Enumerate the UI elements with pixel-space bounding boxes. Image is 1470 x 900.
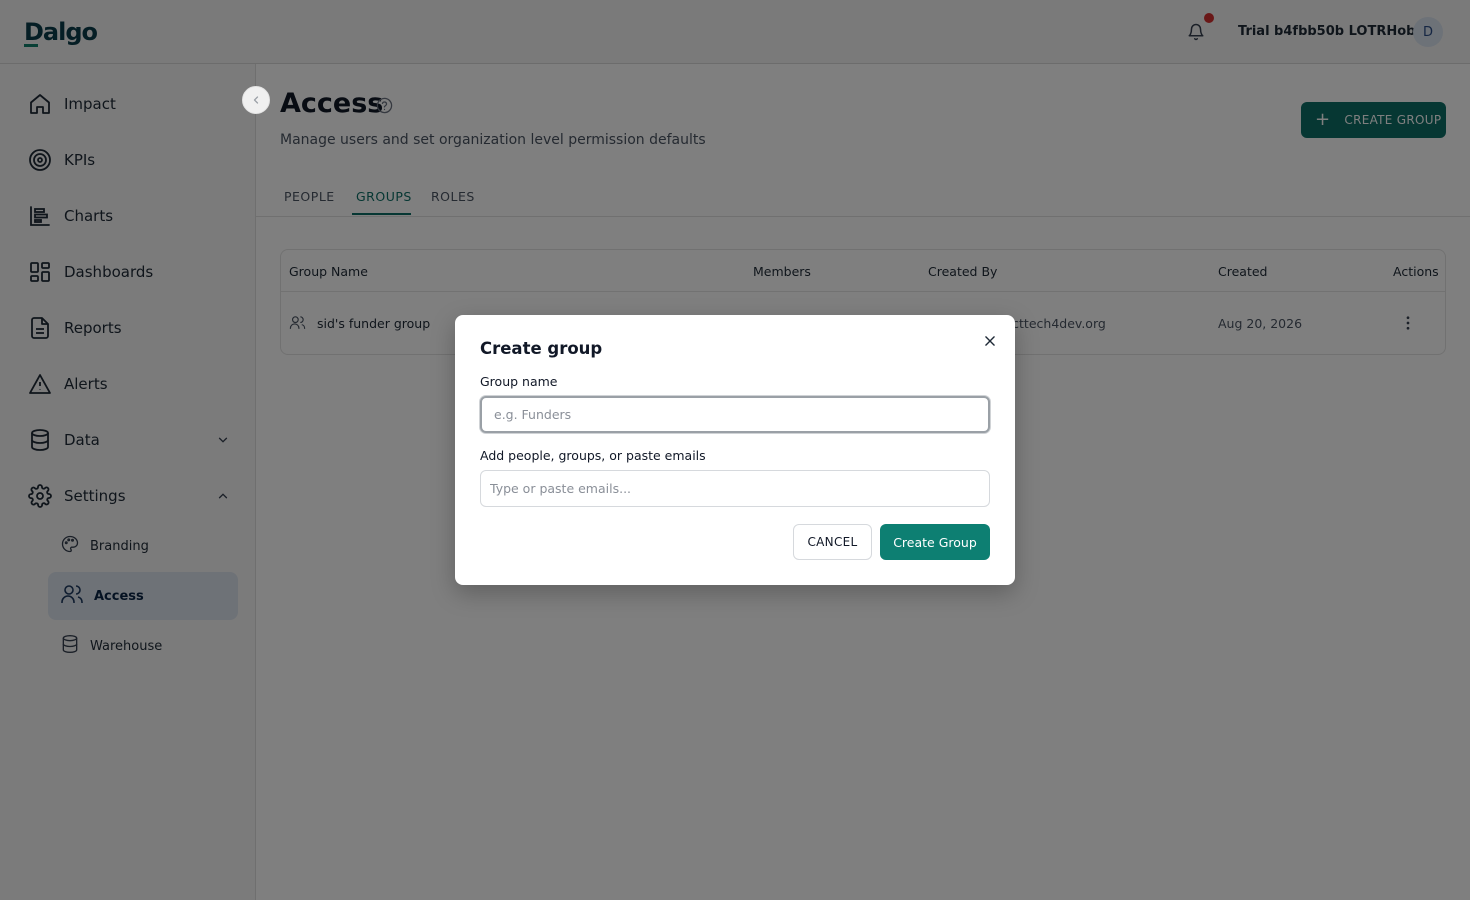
cancel-button[interactable]: CANCEL <box>793 524 872 560</box>
group-name-label: Group name <box>480 374 558 389</box>
close-button[interactable] <box>981 332 999 350</box>
close-icon <box>985 336 995 346</box>
sidebar-collapse-button[interactable] <box>242 86 270 114</box>
dialog-title: Create group <box>480 339 603 358</box>
create-group-dialog: Create group Group name Add people, grou… <box>455 315 1015 585</box>
chevron-left-icon <box>253 96 259 104</box>
group-name-input[interactable] <box>480 396 990 433</box>
create-group-submit-button[interactable]: Create Group <box>880 524 990 560</box>
members-input[interactable] <box>480 470 990 507</box>
members-label: Add people, groups, or paste emails <box>480 448 706 463</box>
